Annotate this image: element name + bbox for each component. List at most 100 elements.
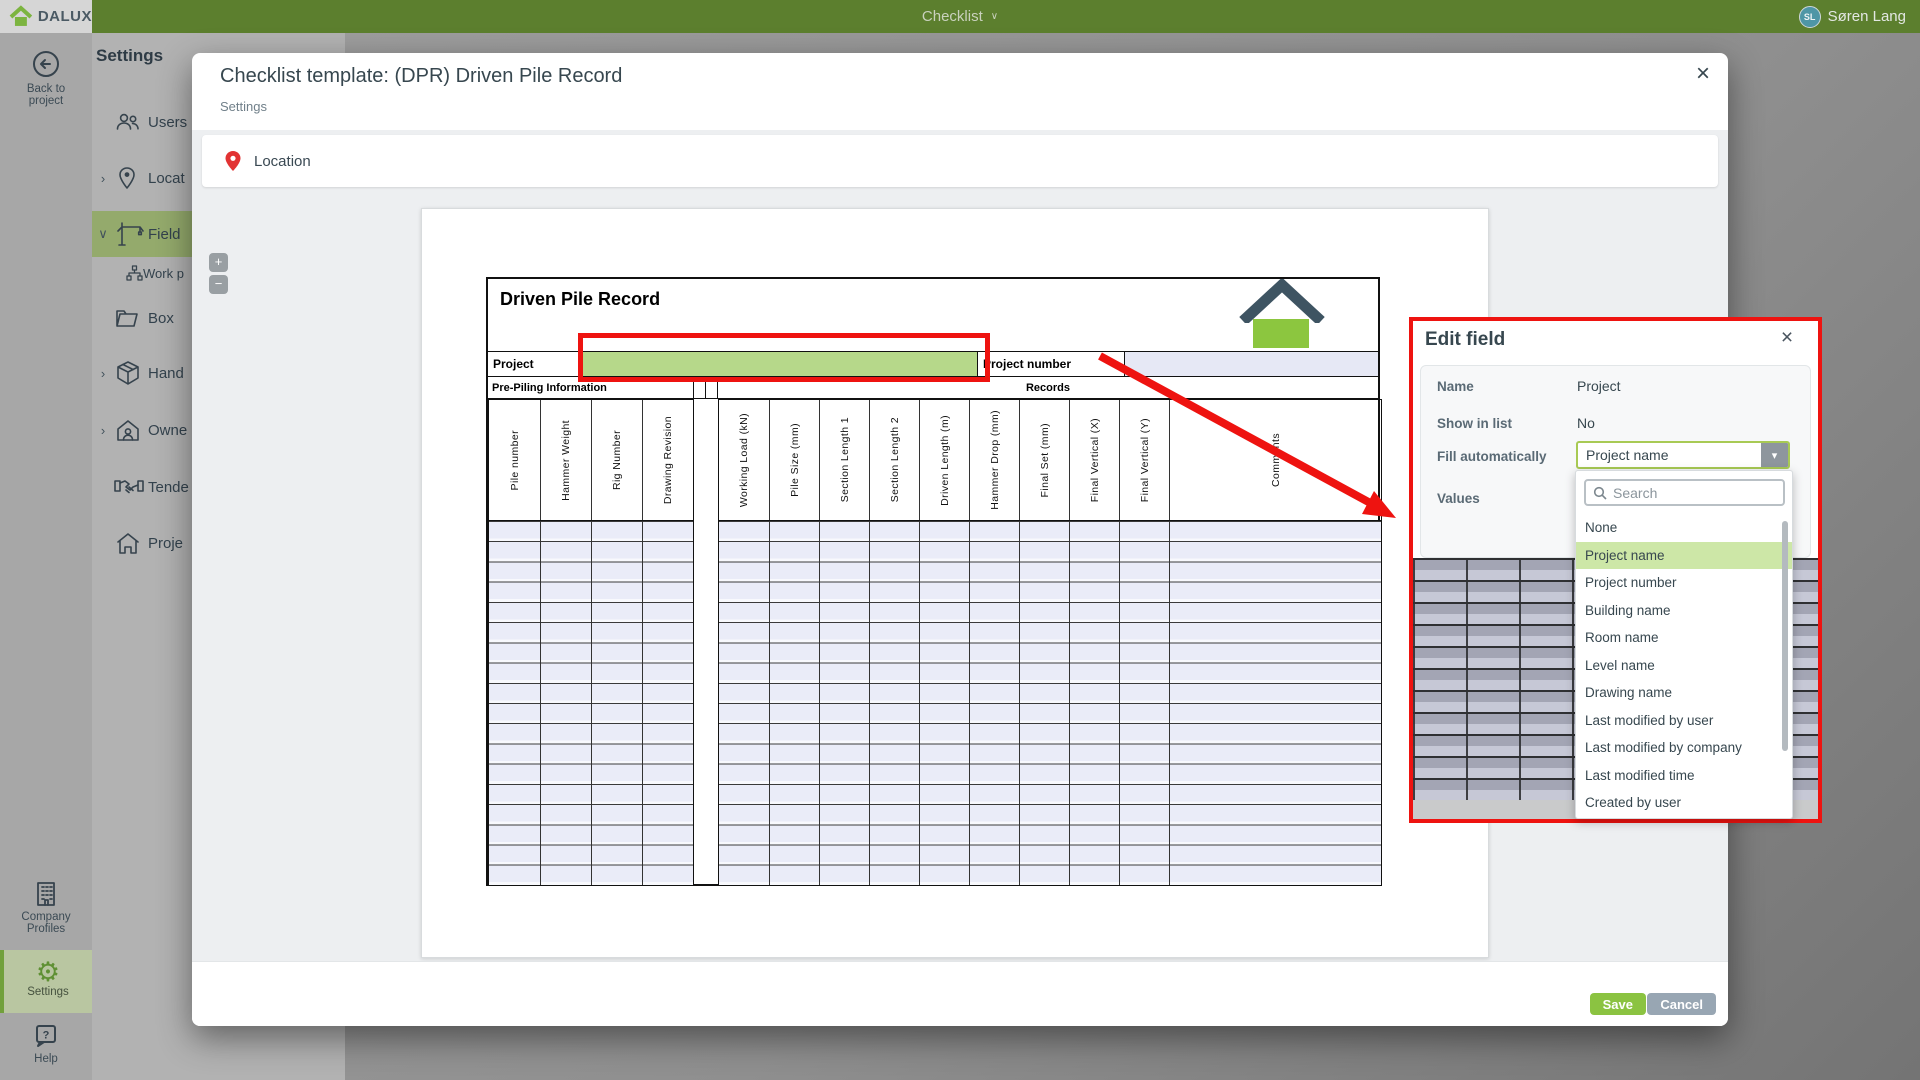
nav-label: Hand: [148, 365, 184, 382]
nav-label: Tende: [148, 479, 189, 496]
back-arrow-icon: [30, 48, 62, 80]
building-icon: [32, 880, 60, 908]
tender-handshake-icon: [114, 475, 148, 499]
column-header: Hammer Drop (mm): [969, 400, 1019, 520]
back-to-project-button[interactable]: Back to project: [0, 48, 92, 107]
user-menu[interactable]: SL Søren Lang: [1799, 0, 1906, 33]
option-project-name[interactable]: Project name: [1576, 542, 1793, 570]
crane-icon: [114, 219, 148, 249]
option-building-name[interactable]: Building name: [1576, 597, 1793, 625]
user-name: Søren Lang: [1828, 8, 1906, 25]
column-header: Pile number: [489, 400, 540, 520]
sheet-logo-square-icon: [1253, 319, 1309, 348]
option-created-by-user[interactable]: Created by user: [1576, 789, 1793, 817]
chevron-right-icon: ›: [92, 423, 114, 438]
search-input[interactable]: [1613, 485, 1763, 501]
option-last-modified-by-company[interactable]: Last modified by company: [1576, 734, 1793, 762]
select-value: Project name: [1578, 447, 1761, 463]
app-switcher[interactable]: Checklist ∨: [860, 0, 1060, 33]
records-block: Working Load (kN) Pile Size (mm) Section…: [718, 399, 1382, 886]
template-preview-page: Driven Pile Record Project Project numbe…: [421, 208, 1489, 958]
column-header: Hammer Weight: [540, 400, 591, 520]
location-label: Location: [254, 153, 311, 170]
option-last-modified-by-user[interactable]: Last modified by user: [1576, 707, 1793, 735]
sidebar-item-settings[interactable]: ⚙ Settings: [0, 950, 92, 1013]
data-rows: [489, 521, 693, 885]
nav-label: Work p: [143, 266, 184, 281]
column-header: Comments: [1169, 400, 1381, 520]
help-button[interactable]: ? Help: [0, 1022, 92, 1065]
modal-footer: Save Cancel: [192, 961, 1728, 1026]
name-label: Name: [1437, 379, 1474, 394]
option-none[interactable]: None: [1576, 514, 1793, 542]
location-icon: [114, 165, 148, 191]
column-header: Section Length 1: [819, 400, 869, 520]
nav-label: Locat: [148, 170, 185, 187]
column-header: Final Vertical (Y): [1119, 400, 1169, 520]
column-header: Pile Size (mm): [769, 400, 819, 520]
gear-icon: ⚙: [4, 958, 92, 986]
users-icon: [114, 109, 148, 135]
nav-label: Users: [148, 114, 187, 131]
settings-label: Settings: [4, 986, 92, 998]
column-header: Rig Number: [591, 400, 642, 520]
zoom-in-button[interactable]: +: [209, 253, 228, 272]
company-label: Company: [0, 911, 92, 923]
company-profiles-button[interactable]: Company Profiles: [0, 880, 92, 935]
avatar: SL: [1799, 6, 1821, 28]
show-in-list-value: No: [1577, 415, 1595, 431]
zoom-out-button[interactable]: −: [209, 275, 228, 294]
projects-house-icon: [114, 530, 148, 556]
work-packages-icon: [114, 265, 143, 282]
option-project-number[interactable]: Project number: [1576, 569, 1793, 597]
triangle-down-icon: ▾: [1772, 449, 1778, 462]
help-label: Help: [0, 1053, 92, 1065]
fill-automatically-label: Fill automatically: [1437, 449, 1547, 464]
location-field[interactable]: Location: [202, 135, 1718, 187]
nav-label: Field: [148, 226, 181, 243]
edit-field-title: Edit field: [1425, 329, 1505, 351]
chevron-right-icon: ›: [92, 171, 114, 186]
column-header: Section Length 2: [869, 400, 919, 520]
modal-title: Checklist template: (DPR) Driven Pile Re…: [220, 65, 622, 88]
option-level-name[interactable]: Level name: [1576, 652, 1793, 680]
search-icon: [1593, 486, 1607, 500]
dropdown-search-box[interactable]: [1584, 479, 1785, 506]
sheet-grid: Pile number Hammer Weight Rig Number Dra…: [488, 399, 1378, 884]
option-drawing-name[interactable]: Drawing name: [1576, 679, 1793, 707]
screen: DALUX Checklist ∨ SL Søren Lang Back to …: [0, 0, 1920, 1080]
save-button[interactable]: Save: [1590, 993, 1646, 1015]
location-pin-icon: [224, 150, 242, 172]
cancel-button[interactable]: Cancel: [1647, 993, 1716, 1015]
chevron-down-icon: ∨: [92, 226, 114, 242]
folder-icon: [114, 305, 148, 331]
data-rows: [719, 521, 1381, 885]
modal-close-button[interactable]: ×: [1690, 61, 1716, 87]
sheet-title: Driven Pile Record: [500, 289, 660, 310]
values-label: Values: [1437, 491, 1480, 506]
help-icon: ?: [32, 1022, 60, 1050]
modal-subtitle: Settings: [220, 99, 267, 114]
column-header: Final Vertical (X): [1069, 400, 1119, 520]
dropdown-option-list: None Project name Project number Buildin…: [1576, 514, 1793, 817]
name-value: Project: [1577, 378, 1621, 394]
fill-automatically-select[interactable]: Project name ▾: [1576, 441, 1790, 469]
sheet-logo-roof-icon: [1238, 279, 1326, 323]
project-number-value-cell[interactable]: [1125, 352, 1378, 376]
column-header: Final Set (mm): [1019, 400, 1069, 520]
select-dropdown-button[interactable]: ▾: [1761, 443, 1788, 467]
nav-label: Owne: [148, 422, 187, 439]
dalux-logo[interactable]: DALUX: [0, 0, 92, 33]
nav-label: Proje: [148, 535, 183, 552]
annotation-rectangle: [578, 333, 990, 382]
dalux-house-icon: [8, 5, 34, 29]
edit-field-dialog: Edit field × Name Project Show in list N…: [1409, 317, 1822, 823]
company-label-2: Profiles: [0, 923, 92, 935]
option-room-name[interactable]: Room name: [1576, 624, 1793, 652]
edit-field-close-button[interactable]: ×: [1775, 326, 1799, 350]
svg-text:?: ?: [43, 1030, 50, 1042]
dropdown-scrollbar[interactable]: [1782, 521, 1788, 751]
brand-text: DALUX: [38, 8, 92, 25]
column-header: Drawing Revision: [642, 400, 693, 520]
option-last-modified-time[interactable]: Last modified time: [1576, 762, 1793, 790]
